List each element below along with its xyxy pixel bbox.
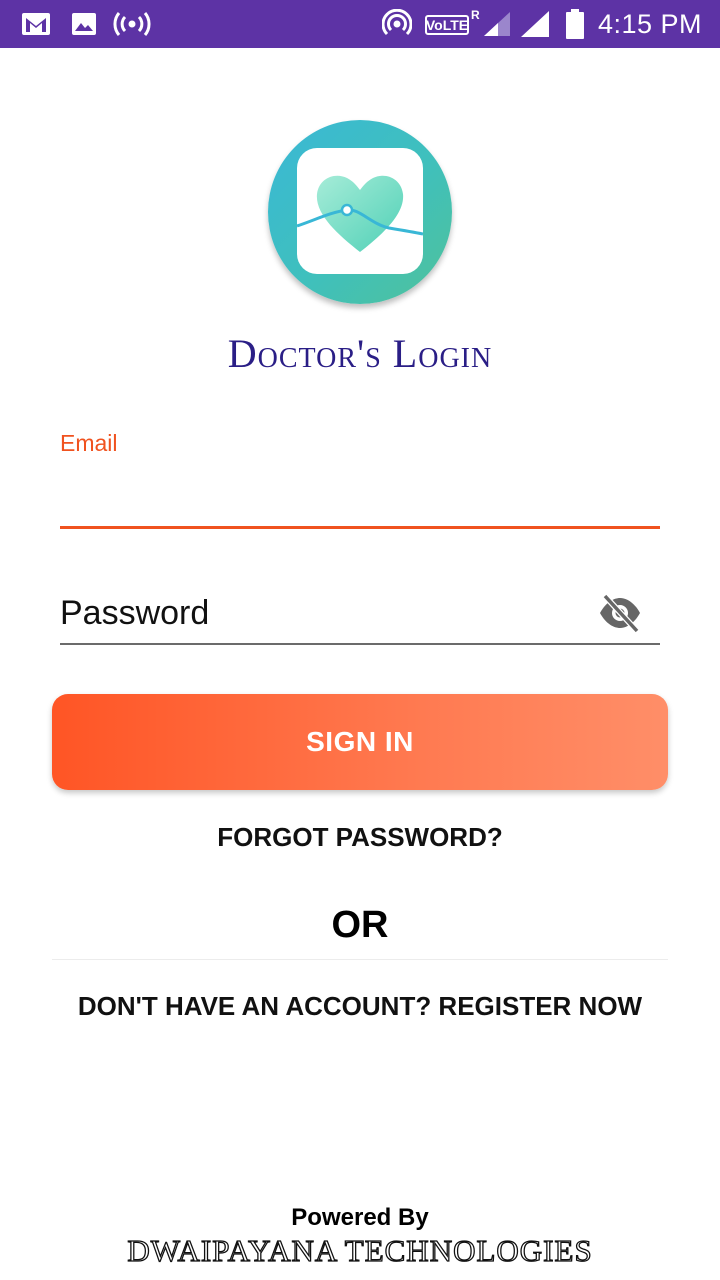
or-separator: OR <box>331 904 389 946</box>
volte-badge: VoLTE <box>425 15 469 35</box>
clock: 4:15 PM <box>597 8 702 39</box>
password-underline <box>60 643 660 645</box>
battery-icon <box>563 0 587 48</box>
roaming-indicator: R <box>471 8 480 22</box>
company-name: DWAIPAYANA TECHNOLOGIES <box>127 1232 593 1268</box>
email-label: Email <box>60 430 118 456</box>
forgot-password-link[interactable]: FORGOT PASSWORD? <box>0 822 720 853</box>
eye-off-icon[interactable] <box>596 592 644 634</box>
login-screen: VoLTE R 4:15 PM Doctor's Login Email SIG… <box>0 0 720 1280</box>
signal-icon <box>481 0 513 48</box>
gallery-icon <box>70 0 98 48</box>
divider <box>52 959 668 960</box>
hotspot-icon <box>380 0 414 48</box>
heart-icon <box>297 148 423 274</box>
broadcast-icon <box>112 0 152 48</box>
powered-by-label: Powered By <box>291 1204 429 1231</box>
app-logo <box>268 120 452 304</box>
sign-in-button[interactable]: SIGN IN <box>52 694 668 790</box>
signal-icon <box>518 0 552 48</box>
status-bar: VoLTE R 4:15 PM <box>0 0 720 48</box>
register-link[interactable]: DON'T HAVE AN ACCOUNT? REGISTER NOW <box>0 991 720 1022</box>
password-field[interactable] <box>60 586 580 640</box>
gmail-icon <box>20 0 52 48</box>
email-underline <box>60 526 660 529</box>
email-field[interactable] <box>60 466 660 526</box>
page-title: Doctor's Login <box>227 331 493 376</box>
